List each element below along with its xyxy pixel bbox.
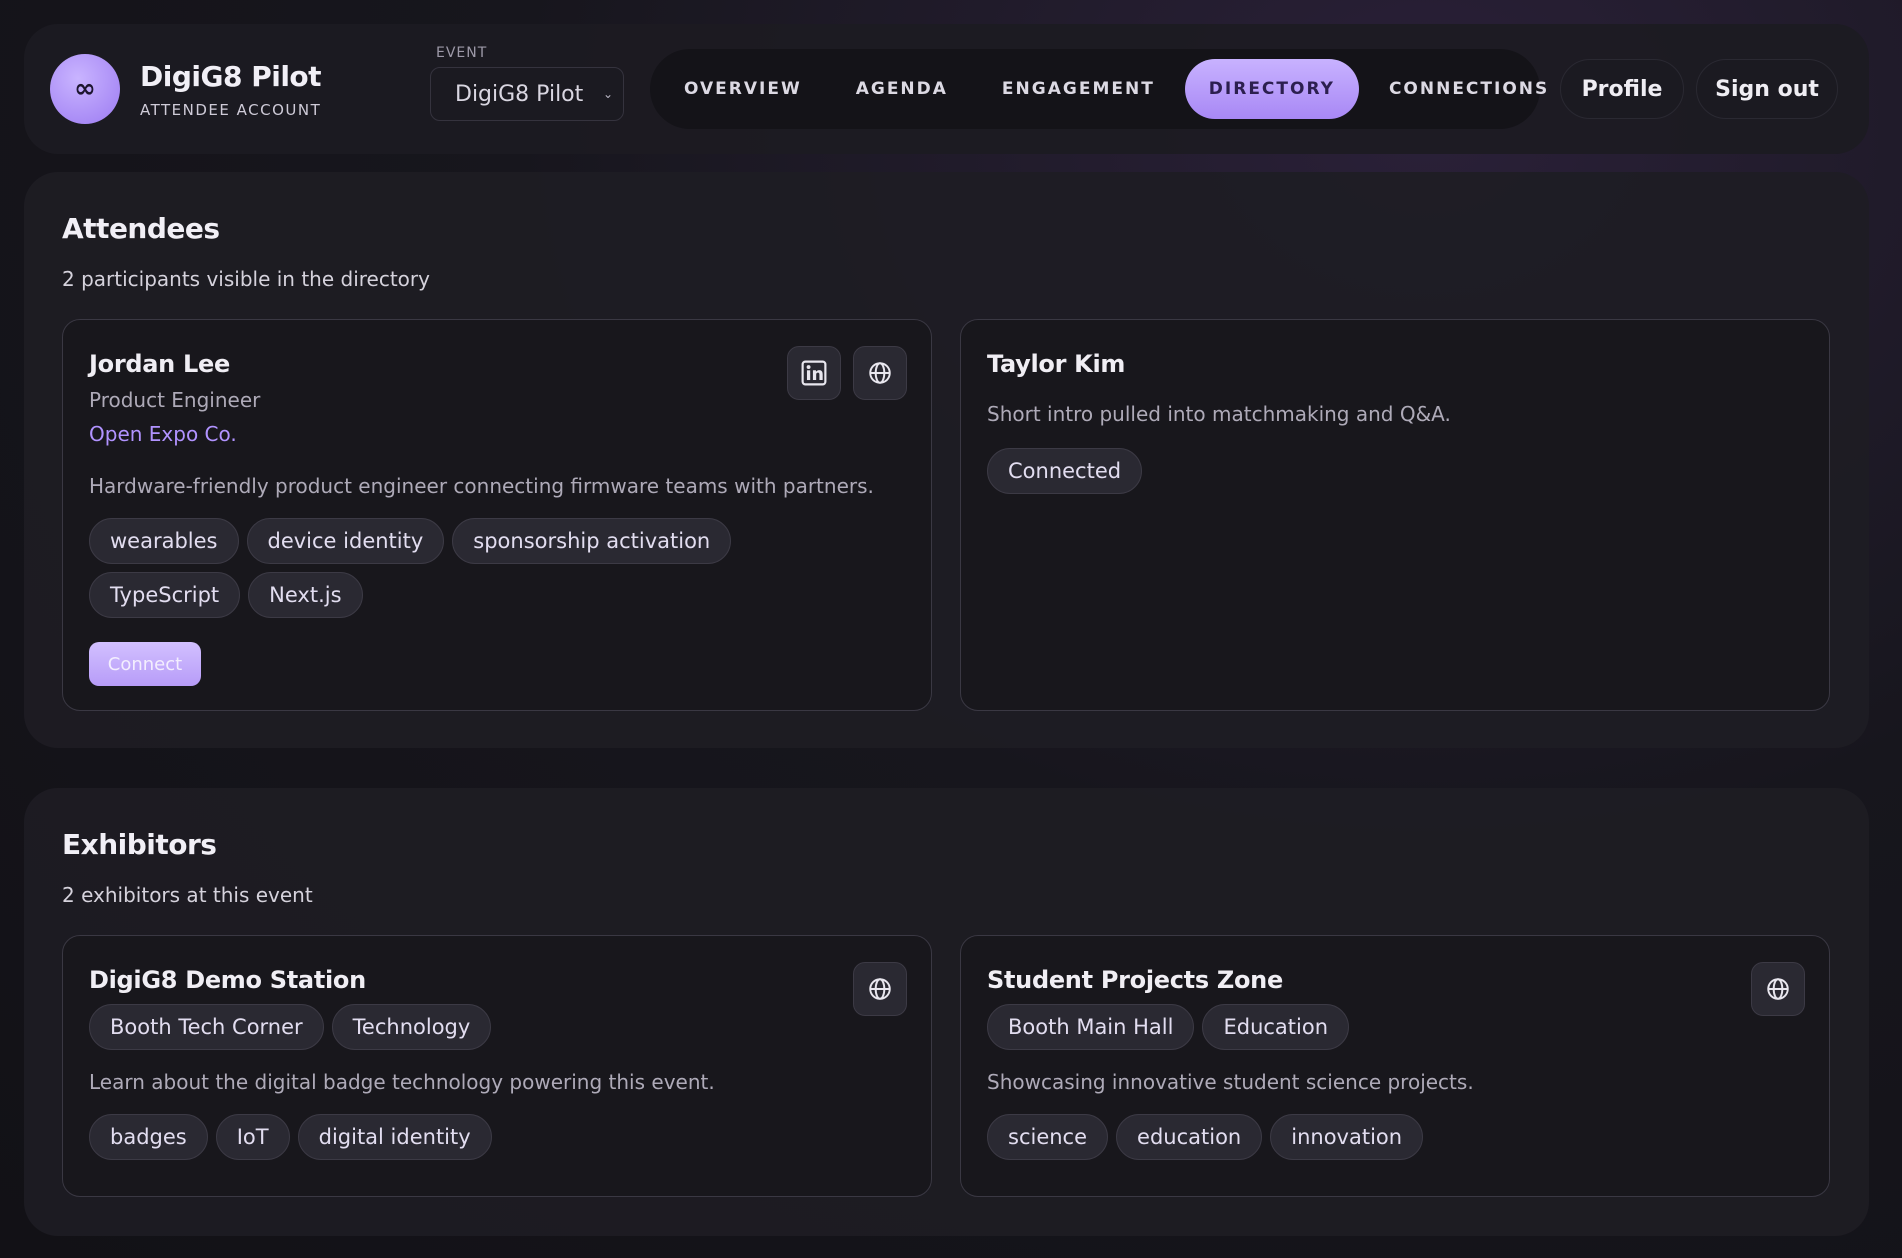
tab-engagement[interactable]: ENGAGEMENT xyxy=(978,59,1179,119)
attendee-description: Hardware-friendly product engineer conne… xyxy=(89,474,874,498)
tab-directory[interactable]: DIRECTORY xyxy=(1184,59,1359,119)
category-badge: Technology xyxy=(331,1004,492,1050)
attendee-company: Open Expo Co. xyxy=(89,422,237,446)
exhibitor-card: Student Projects Zone Booth Main Hall Ed… xyxy=(960,935,1830,1197)
exhibitor-name: DigiG8 Demo Station xyxy=(89,966,366,994)
website-link-button[interactable] xyxy=(853,346,907,400)
connect-button[interactable]: Connect xyxy=(89,642,201,686)
tag-chip: science xyxy=(987,1114,1109,1160)
booth-badge: Booth Tech Corner xyxy=(89,1004,324,1050)
exhibitors-subtitle: 2 exhibitors at this event xyxy=(62,883,313,907)
exhibitor-badges: Booth Main Hall Education xyxy=(987,1004,1747,1050)
exhibitor-description: Learn about the digital badge technology… xyxy=(89,1070,715,1094)
attendee-name: Jordan Lee xyxy=(89,350,230,378)
linkedin-icon xyxy=(801,360,827,386)
event-selector: EVENT DigiG8 Pilot ⌄ xyxy=(430,45,630,121)
globe-icon xyxy=(869,362,891,384)
website-link-button[interactable] xyxy=(1751,962,1805,1016)
exhibitor-tags: science education innovation xyxy=(987,1114,1747,1160)
connected-status-badge: Connected xyxy=(987,448,1143,494)
exhibitor-tags: badges IoT digital identity xyxy=(89,1114,849,1160)
exhibitors-grid: DigiG8 Demo Station Booth Tech Corner Te… xyxy=(62,935,1831,1197)
attendee-card: Taylor Kim Short intro pulled into match… xyxy=(960,319,1830,711)
category-badge: Education xyxy=(1202,1004,1350,1050)
tag-chip: digital identity xyxy=(297,1114,492,1160)
app-header: ∞ DigiG8 Pilot ATTENDEE ACCOUNT EVENT Di… xyxy=(24,24,1869,154)
attendee-name: Taylor Kim xyxy=(987,350,1126,378)
exhibitor-name: Student Projects Zone xyxy=(987,966,1283,994)
exhibitor-description: Showcasing innovative student science pr… xyxy=(987,1070,1474,1094)
tag-chip: TypeScript xyxy=(89,572,241,618)
attendees-section: Attendees 2 participants visible in the … xyxy=(24,172,1869,748)
main-nav: OVERVIEW AGENDA ENGAGEMENT DIRECTORY CON… xyxy=(650,49,1547,129)
brand-title: DigiG8 Pilot xyxy=(140,59,322,93)
attendee-tags: wearables device identity sponsorship ac… xyxy=(89,518,849,618)
tab-overview[interactable]: OVERVIEW xyxy=(660,59,826,119)
logo-icon: ∞ xyxy=(50,54,120,124)
brand-subtitle: ATTENDEE ACCOUNT xyxy=(140,100,322,119)
attendee-description: Short intro pulled into matchmaking and … xyxy=(987,402,1451,426)
tag-chip: IoT xyxy=(215,1114,290,1160)
tag-chip: device identity xyxy=(246,518,445,564)
profile-button[interactable]: Profile xyxy=(1560,59,1684,119)
attendees-title: Attendees xyxy=(62,212,220,245)
attendee-role: Product Engineer xyxy=(89,388,261,412)
exhibitors-title: Exhibitors xyxy=(62,828,217,861)
brand: DigiG8 Pilot ATTENDEE ACCOUNT xyxy=(140,60,430,119)
website-link-button[interactable] xyxy=(853,962,907,1016)
tab-connections[interactable]: CONNECTIONS xyxy=(1365,59,1573,119)
attendee-card: Jordan Lee Product Engineer Open Expo Co… xyxy=(62,319,932,711)
exhibitors-section: Exhibitors 2 exhibitors at this event Di… xyxy=(24,788,1869,1236)
tag-chip: badges xyxy=(89,1114,208,1160)
linkedin-link-button[interactable] xyxy=(787,346,841,400)
sign-out-button[interactable]: Sign out xyxy=(1696,59,1838,119)
tag-chip: innovation xyxy=(1270,1114,1424,1160)
globe-icon xyxy=(869,978,891,1000)
exhibitor-badges: Booth Tech Corner Technology xyxy=(89,1004,849,1050)
attendees-subtitle: 2 participants visible in the directory xyxy=(62,267,430,291)
tag-chip: wearables xyxy=(89,518,239,564)
exhibitor-card: DigiG8 Demo Station Booth Tech Corner Te… xyxy=(62,935,932,1197)
globe-icon xyxy=(1767,978,1789,1000)
booth-badge: Booth Main Hall xyxy=(987,1004,1195,1050)
event-label: EVENT xyxy=(436,45,488,61)
chevron-down-icon: ⌄ xyxy=(602,87,613,101)
tag-chip: education xyxy=(1116,1114,1263,1160)
tag-chip: Next.js xyxy=(248,572,363,618)
event-select[interactable]: DigiG8 Pilot ⌄ xyxy=(430,67,624,121)
attendees-grid: Jordan Lee Product Engineer Open Expo Co… xyxy=(62,319,1831,711)
event-selected-value: DigiG8 Pilot xyxy=(455,81,584,107)
tag-chip: sponsorship activation xyxy=(452,518,732,564)
tab-agenda[interactable]: AGENDA xyxy=(832,59,972,119)
